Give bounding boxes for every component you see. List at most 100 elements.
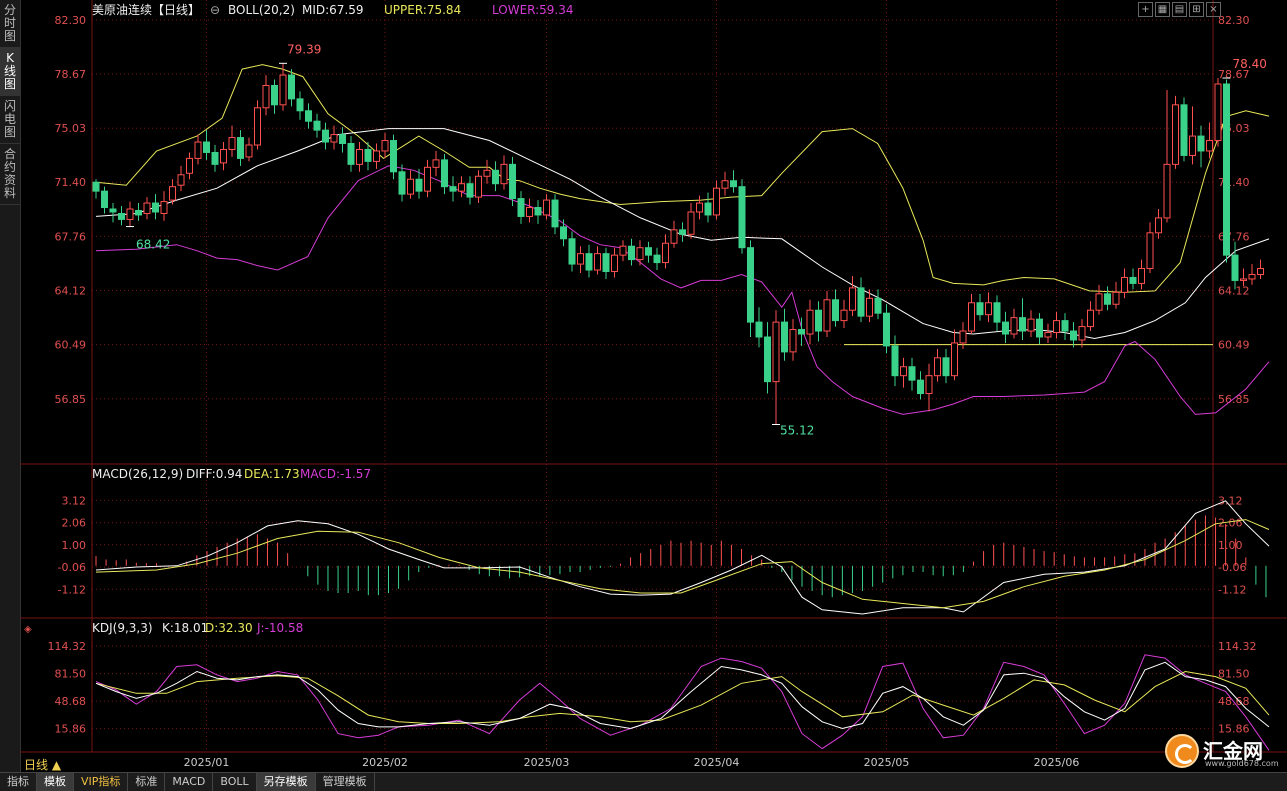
candle-body xyxy=(551,199,559,228)
macd-dea-value: DEA:1.73 xyxy=(244,467,300,481)
candle-body xyxy=(730,180,737,188)
candle-body xyxy=(747,247,754,323)
kdj-y-tick-left: 15.86 xyxy=(55,723,87,736)
macd-value: MACD:-1.57 xyxy=(300,467,371,481)
candle-body xyxy=(976,302,984,316)
kdj-k-line xyxy=(95,661,1270,730)
candle-body xyxy=(611,254,618,273)
candle-body xyxy=(721,180,729,189)
candle-body xyxy=(254,107,261,146)
candle-body xyxy=(594,253,601,271)
kdj-y-tick-left: 81.50 xyxy=(55,668,87,681)
bottom-tab-macd[interactable]: MACD xyxy=(165,773,214,791)
candle-body xyxy=(755,321,763,338)
macd-diff-line xyxy=(95,500,1270,615)
candle-body xyxy=(993,302,1001,323)
macd-y-tick-left: 3.12 xyxy=(62,494,87,507)
candle-body xyxy=(271,84,278,106)
candle-body xyxy=(1112,291,1120,305)
annotation-label: 55.12 xyxy=(780,423,814,437)
layout-icon[interactable]: ▤ xyxy=(1172,2,1187,17)
chart-area: 82.30 82.3078.67 78.6775.03 75.0371.40 71.40… xyxy=(20,0,1287,769)
candle-body xyxy=(1053,320,1060,334)
tab-contract-info[interactable]: 合约资料 xyxy=(0,144,20,205)
candle-body xyxy=(449,186,457,192)
macd-y-tick-right: -0.06 xyxy=(1218,561,1246,574)
candle-body xyxy=(696,202,703,213)
y-tick-right: 71.40 xyxy=(1218,176,1250,189)
candle-body xyxy=(636,247,644,261)
y-tick-right: 82.30 xyxy=(1218,14,1250,27)
candle-body xyxy=(1257,268,1264,275)
macd-diff-value: DIFF:0.94 xyxy=(186,467,242,481)
x-tick-label: 2025/05 xyxy=(864,756,910,769)
bottom-tab-save-template[interactable]: 另存模板 xyxy=(256,773,316,791)
y-tick-left: 71.40 xyxy=(55,176,87,189)
candle-body xyxy=(679,229,686,235)
candle-body xyxy=(1172,104,1179,165)
kdj-j-line xyxy=(95,654,1270,751)
close-icon[interactable]: × xyxy=(1206,2,1221,17)
candle-body xyxy=(177,174,185,186)
candle-body xyxy=(577,253,584,265)
candle-body xyxy=(1146,232,1154,270)
candle-body xyxy=(1010,317,1018,335)
boll-label: BOLL(20,2) xyxy=(228,3,295,17)
y-tick-left: 82.30 xyxy=(55,14,87,27)
y-tick-left: 56.85 xyxy=(55,393,87,406)
crosshair-icon[interactable]: + xyxy=(1138,2,1153,17)
x-tick-label: 2025/02 xyxy=(362,756,408,769)
candle-body xyxy=(1240,278,1247,281)
candle-body xyxy=(322,129,329,143)
candle-body xyxy=(194,141,202,159)
y-tick-left: 67.76 xyxy=(55,230,87,243)
candle-body xyxy=(772,321,780,383)
candle-body xyxy=(398,171,406,195)
candle-body xyxy=(1248,273,1256,280)
candle-body xyxy=(1197,135,1205,152)
candle-body xyxy=(1231,254,1239,281)
candle-body xyxy=(891,345,899,377)
candle-body xyxy=(628,245,635,261)
bottom-tab-vip[interactable]: VIP指标 xyxy=(74,773,129,791)
candle-body xyxy=(492,169,499,185)
candle-body xyxy=(713,187,720,216)
bottom-tab-standard[interactable]: 标准 xyxy=(128,773,166,791)
tab-kline[interactable]: K线图 xyxy=(0,48,20,96)
candle-body xyxy=(687,211,695,235)
candle-body xyxy=(262,84,270,109)
candle-body xyxy=(160,201,168,214)
bottom-tab-indicator[interactable]: 指标 xyxy=(0,773,37,791)
candle-body xyxy=(203,141,210,153)
candle-body xyxy=(356,148,363,165)
candle-body xyxy=(815,309,822,332)
kdj-title: KDJ(9,3,3) xyxy=(92,621,153,635)
kdj-y-tick-left: 114.32 xyxy=(48,640,87,653)
period-button[interactable]: 日线 ▲ xyxy=(24,756,61,773)
y-tick-right: 60.49 xyxy=(1218,339,1250,352)
zoom-in-icon[interactable]: ⊞ xyxy=(1189,2,1204,17)
tab-lightning[interactable]: 闪电图 xyxy=(0,96,20,144)
candle-body xyxy=(186,157,193,174)
bottom-tab-template[interactable]: 模板 xyxy=(37,773,74,791)
settings-icon: ⊖ xyxy=(210,3,220,17)
grid-icon[interactable]: ▦ xyxy=(1155,2,1170,17)
candle-body xyxy=(245,144,253,158)
y-tick-left: 75.03 xyxy=(55,122,87,135)
window-controls: + ▦ ▤ ⊞ × xyxy=(1138,2,1221,17)
candle-body xyxy=(806,309,814,335)
candle-body xyxy=(1044,332,1052,338)
candle-body xyxy=(211,151,219,165)
logo: 汇金网 www.gold678.com xyxy=(1165,734,1280,768)
candle-body xyxy=(526,207,533,217)
bottom-tab-boll[interactable]: BOLL xyxy=(213,773,257,791)
macd-y-tick-left: -1.12 xyxy=(58,583,86,596)
bottom-tab-manage-template[interactable]: 管理模板 xyxy=(316,773,375,791)
candle-body xyxy=(228,137,236,150)
tab-time-sharing[interactable]: 分时图 xyxy=(0,0,20,48)
annotation-label: 78.40 xyxy=(1233,57,1267,71)
boll-upper-value: UPPER:75.84 xyxy=(384,3,461,17)
candle-body xyxy=(92,181,100,192)
candle-body xyxy=(305,110,312,122)
candle-body xyxy=(764,336,771,383)
